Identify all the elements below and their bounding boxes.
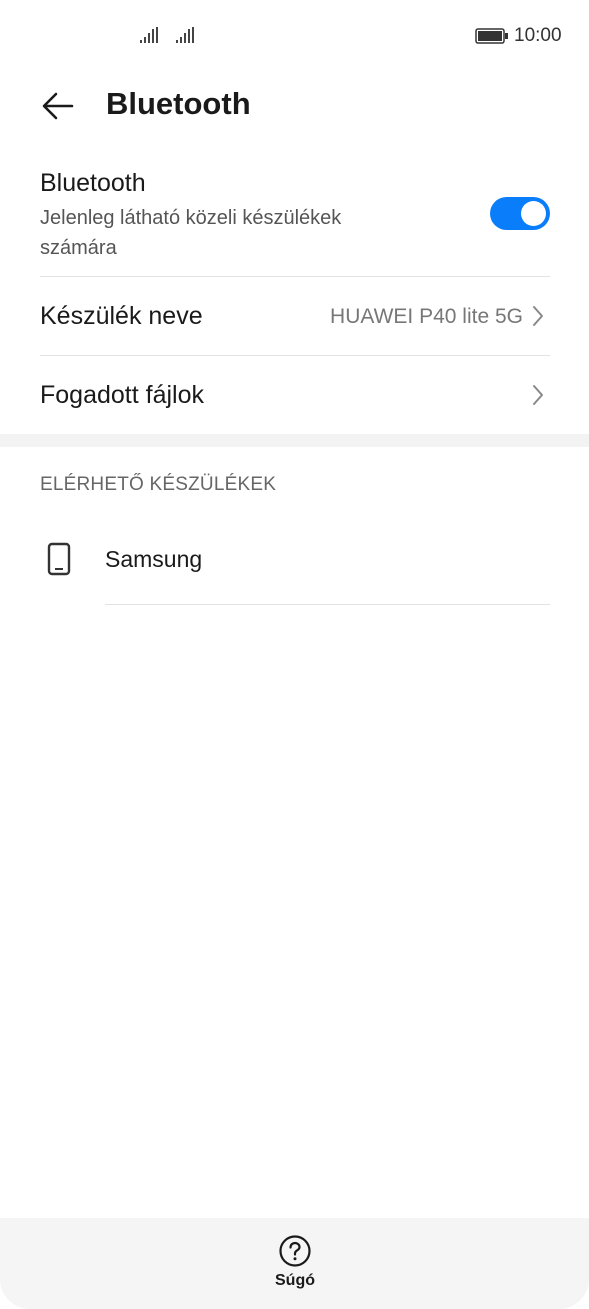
chevron-right-icon bbox=[533, 306, 543, 326]
status-time: 10:00 bbox=[514, 25, 562, 46]
visibility-description: Jelenleg látható közeli készülékek számá… bbox=[40, 207, 342, 259]
app-header: Bluetooth bbox=[0, 72, 589, 142]
signal-icon bbox=[176, 27, 194, 43]
status-bar: 10:00 bbox=[0, 0, 589, 72]
signal-icon bbox=[140, 27, 158, 43]
device-item-samsung[interactable]: Samsung bbox=[0, 520, 589, 604]
help-label: Súgó bbox=[275, 1272, 315, 1289]
back-arrow-icon[interactable] bbox=[40, 88, 76, 124]
received-files-label: Fogadott fájlok bbox=[40, 381, 204, 409]
device-name: Samsung bbox=[105, 546, 203, 572]
help-icon bbox=[279, 1235, 311, 1267]
bluetooth-switch[interactable] bbox=[490, 197, 550, 230]
switch-knob bbox=[521, 201, 546, 226]
device-name-label: Készülék neve bbox=[40, 302, 203, 330]
available-devices-header: ELÉRHETŐ KÉSZÜLÉKEK bbox=[40, 474, 277, 495]
received-files-row[interactable]: Fogadott fájlok bbox=[0, 356, 589, 434]
section-separator bbox=[0, 434, 589, 447]
page-title: Bluetooth bbox=[106, 86, 251, 121]
battery-icon bbox=[475, 28, 508, 44]
device-name-row[interactable]: Készülék neve HUAWEI P40 lite 5G bbox=[0, 277, 589, 355]
bottom-bar: Súgó bbox=[0, 1218, 589, 1309]
phone-icon bbox=[47, 542, 71, 576]
bluetooth-label: Bluetooth bbox=[40, 169, 146, 197]
chevron-right-icon bbox=[533, 385, 543, 405]
bluetooth-toggle-row[interactable]: Bluetooth Jelenleg látható közeli készül… bbox=[0, 160, 589, 276]
device-name-value: HUAWEI P40 lite 5G bbox=[330, 305, 523, 328]
divider bbox=[105, 604, 550, 605]
help-button[interactable]: Súgó bbox=[259, 1232, 331, 1302]
